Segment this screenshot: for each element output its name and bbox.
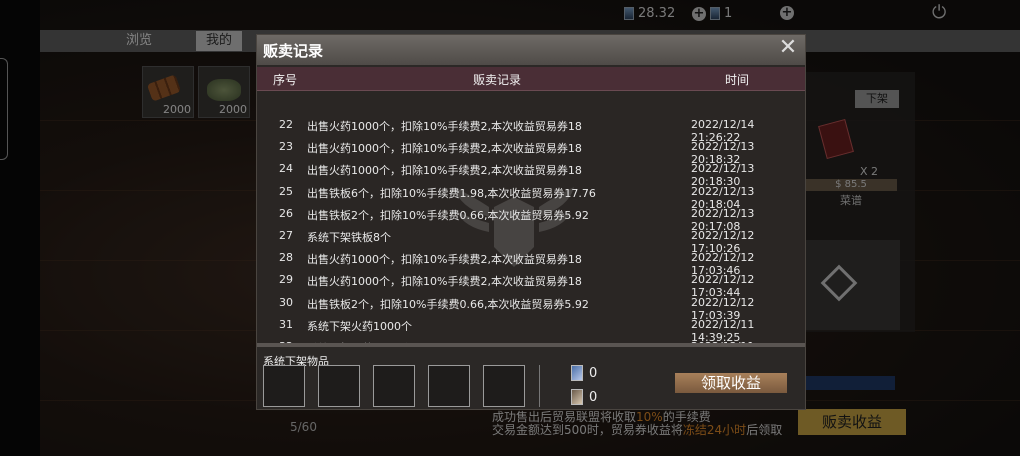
table-row: 22 出售火药1000个，扣除10%手续费2,本次收益贸易券18 2022/12/1… bbox=[257, 115, 805, 144]
row-number: 27 bbox=[279, 229, 293, 242]
item-slot[interactable] bbox=[483, 365, 525, 407]
row-record: 出售铁板2个，扣除10%手续费0.66,本次收益贸易券5.92 bbox=[307, 208, 589, 222]
item-slot[interactable] bbox=[263, 365, 305, 407]
currency-2-value: 0 bbox=[589, 390, 598, 405]
currency-1-value: 0 bbox=[589, 366, 598, 381]
table-row: 30 出售铁板2个，扣除10%手续费0.66,本次收益贸易券5.92 2022/12… bbox=[257, 293, 805, 322]
close-icon[interactable]: ✕ bbox=[777, 37, 799, 60]
item-slot[interactable] bbox=[318, 365, 360, 407]
row-number: 22 bbox=[279, 118, 293, 131]
table-row: 26 出售铁板2个，扣除10%手续费0.66,本次收益贸易券5.92 2022/12… bbox=[257, 204, 805, 233]
table-row: 23 出售火药1000个，扣除10%手续费2,本次收益贸易券18 2022/12/1… bbox=[257, 137, 805, 166]
table-row: 28 出售火药1000个，扣除10%手续费2,本次收益贸易券18 2022/12/1… bbox=[257, 248, 805, 277]
divider bbox=[539, 365, 540, 407]
ticket-icon bbox=[571, 389, 583, 405]
table-row: 27 系统下架铁板8个 2022/12/12 17:10:26 bbox=[257, 226, 805, 255]
row-record: 系统下架铁板8个 bbox=[307, 231, 391, 244]
row-record: 出售铁板2个，扣除10%手续费0.66,本次收益贸易券5.92 bbox=[307, 297, 589, 311]
dialog-header: 贩卖记录 ✕ bbox=[257, 35, 805, 65]
row-number: 25 bbox=[279, 184, 293, 198]
table-header: 序号 贩卖记录 时间 bbox=[257, 67, 805, 91]
sales-record-dialog: 贩卖记录 ✕ 序号 贩卖记录 时间 22 出售火药1000个，扣除10%手续费2,… bbox=[256, 34, 806, 410]
row-number: 31 bbox=[279, 317, 293, 331]
phone-side-bar bbox=[0, 0, 40, 456]
row-record: 出售铁板6个，扣除10%手续费1.98,本次收益贸易券17.76 bbox=[307, 186, 596, 200]
records-table[interactable]: 序号 贩卖记录 时间 22 出售火药1000个，扣除10%手续费2,本次收益贸易券… bbox=[257, 67, 805, 343]
game-screen: 28.32 + 1 + ⏻ 浏览 我的 2000 2000 下架 X 2 $ 8… bbox=[0, 0, 1020, 456]
table-row: 31 系统下架火药1000个 2022/12/11 14:39:25 bbox=[257, 315, 805, 343]
row-record: 出售火药1000个，扣除10%手续费2,本次收益贸易券18 bbox=[307, 164, 582, 178]
row-number: 28 bbox=[279, 251, 293, 265]
claim-income-button[interactable]: 领取收益 bbox=[675, 373, 787, 393]
row-number: 23 bbox=[279, 140, 293, 154]
row-record: 出售火药1000个，扣除10%手续费2,本次收益贸易券18 bbox=[307, 142, 582, 156]
row-record: 系统下架火药1000个 bbox=[307, 319, 412, 333]
item-slot[interactable] bbox=[373, 365, 415, 407]
row-record: 出售火药1000个，扣除10%手续费2,本次收益贸易券18 bbox=[307, 275, 582, 289]
row-record: 出售火药1000个，扣除10%手续费2,本次收益贸易券18 bbox=[307, 253, 582, 267]
dialog-title: 贩卖记录 bbox=[263, 42, 324, 60]
side-handle[interactable] bbox=[0, 58, 8, 160]
table-row: 25 出售铁板6个，扣除10%手续费1.98,本次收益贸易券17.76 2022/1… bbox=[257, 182, 805, 211]
row-number: 29 bbox=[279, 273, 293, 287]
row-record: 出售火药1000个，扣除10%手续费2,本次收益贸易券18 bbox=[307, 120, 582, 133]
table-row: 24 出售火药1000个，扣除10%手续费2,本次收益贸易券18 2022/12/1… bbox=[257, 159, 805, 188]
row-number: 26 bbox=[279, 206, 293, 220]
table-divider bbox=[257, 343, 805, 347]
table-row: 29 出售火药1000个，扣除10%手续费2,本次收益贸易券18 2022/12/1… bbox=[257, 270, 805, 299]
row-number: 24 bbox=[279, 162, 293, 176]
card-currency-icon bbox=[571, 365, 583, 381]
row-number: 30 bbox=[279, 295, 293, 309]
col-header-record: 贩卖记录 bbox=[473, 73, 522, 87]
col-header-time: 时间 bbox=[725, 73, 750, 87]
item-slot[interactable] bbox=[428, 365, 470, 407]
col-header-no: 序号 bbox=[273, 73, 298, 87]
